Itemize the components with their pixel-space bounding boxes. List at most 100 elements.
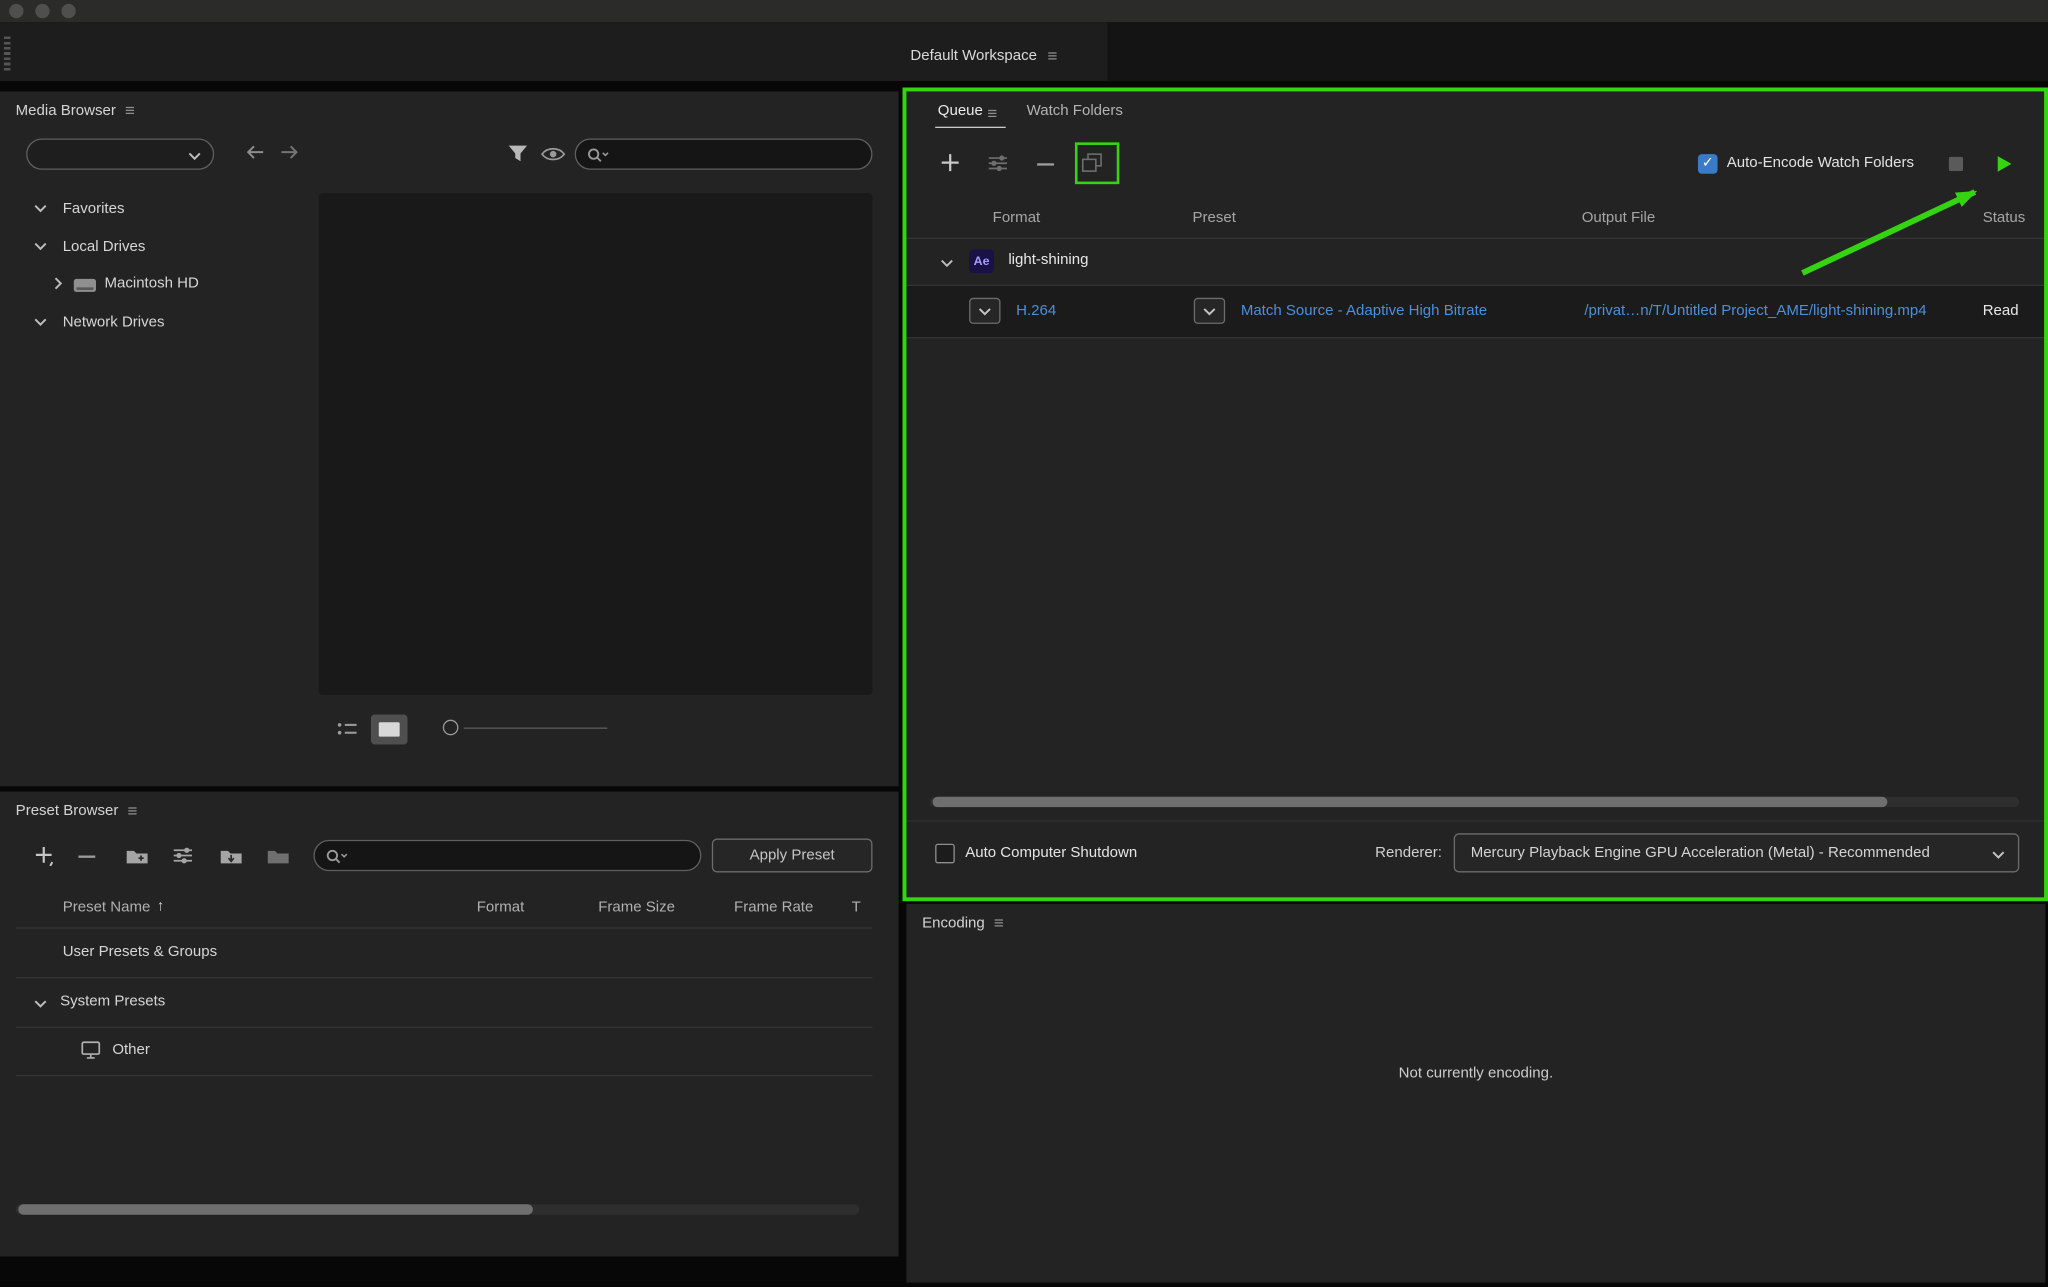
format-dropdown[interactable] <box>969 297 1001 324</box>
preset-settings-icon[interactable] <box>172 846 193 864</box>
close-window-button[interactable] <box>9 3 24 19</box>
workspace-menu-icon[interactable]: ≡ <box>1047 47 1057 64</box>
thumbnail-view-button[interactable] <box>370 714 408 745</box>
chevron-down-icon[interactable] <box>940 259 953 268</box>
stop-queue-icon[interactable] <box>1948 156 1964 172</box>
tree-item-favorites[interactable]: Favorites <box>63 201 125 217</box>
media-browser-title: Media Browser <box>15 102 116 119</box>
chevron-right-icon[interactable] <box>54 277 63 290</box>
auto-shutdown-checkbox[interactable] <box>935 843 955 864</box>
column-status: Status <box>1982 210 2026 226</box>
preset-link[interactable]: Match Source - Adaptive High Bitrate <box>1241 303 1487 319</box>
renderer-select[interactable]: Mercury Playback Engine GPU Acceleration… <box>1453 833 2020 873</box>
auto-encode-checkbox[interactable]: ✓ <box>1697 154 1718 174</box>
format-link[interactable]: H.264 <box>1016 303 1056 319</box>
queue-panel: Queue ≡ Watch Folders ✓ Auto-Encode Watc… <box>906 91 2046 898</box>
preset-item-label: Other <box>112 1042 150 1058</box>
chevron-down-icon[interactable] <box>34 242 47 251</box>
horizontal-scrollbar[interactable] <box>929 796 2020 808</box>
tab-watch-folders[interactable]: Watch Folders <box>1027 103 1123 119</box>
list-item[interactable]: Other <box>0 1028 899 1075</box>
preset-group-label: System Presets <box>60 993 166 1010</box>
renderer-label: Renderer: <box>1375 845 1442 861</box>
sort-ascending-icon[interactable]: ↑ <box>157 899 165 915</box>
encoding-panel: Encoding ≡ Not currently encoding. <box>906 903 2046 1283</box>
chevron-down-icon[interactable] <box>34 204 47 213</box>
list-item[interactable]: System Presets <box>0 978 899 1026</box>
preset-dropdown[interactable] <box>1193 297 1226 324</box>
tree-item-local-drives[interactable]: Local Drives <box>63 239 146 255</box>
duplicate-icon[interactable] <box>1081 153 1102 173</box>
apply-preset-label: Apply Preset <box>749 847 835 864</box>
horizontal-scrollbar[interactable] <box>15 1204 860 1215</box>
delete-preset-icon[interactable] <box>78 854 96 859</box>
preset-browser-panel: Preset Browser ≡ Apply Preset Preset Nam… <box>0 791 899 1257</box>
apply-preset-button[interactable]: Apply Preset <box>711 838 873 873</box>
zoom-slider-track[interactable] <box>463 726 608 729</box>
media-source-select[interactable] <box>26 138 215 170</box>
list-item[interactable]: User Presets & Groups <box>0 929 899 977</box>
panel-menu-icon[interactable]: ≡ <box>994 914 1004 931</box>
tree-item-macintosh-hd[interactable]: Macintosh HD <box>104 276 198 292</box>
auto-shutdown-label: Auto Computer Shutdown <box>965 845 1138 861</box>
minimize-window-button[interactable] <box>35 3 50 19</box>
preset-search-input[interactable] <box>313 839 702 872</box>
media-search-input[interactable] <box>574 138 873 170</box>
create-group-folder-icon[interactable] <box>125 848 149 865</box>
column-preset: Preset <box>1192 210 1236 226</box>
media-browser-header: Media Browser ≡ <box>16 102 135 119</box>
chevron-down-icon[interactable] <box>34 999 47 1008</box>
forward-arrow-icon[interactable] <box>280 145 300 159</box>
add-output-settings-icon[interactable] <box>987 154 1008 172</box>
job-source-name: light-shining <box>1008 252 1089 268</box>
list-view-icon[interactable] <box>337 721 358 737</box>
bottom-bar-divider <box>906 820 2046 822</box>
filter-icon[interactable] <box>508 145 528 162</box>
tree-item-network-drives[interactable]: Network Drives <box>63 315 165 331</box>
chevron-down-icon[interactable] <box>34 317 47 326</box>
renderer-value: Mercury Playback Engine GPU Acceleration… <box>1470 845 1930 861</box>
column-target-rate[interactable]: T <box>852 900 861 916</box>
thumbnail-view-icon <box>378 722 400 737</box>
hard-drive-icon <box>73 278 96 292</box>
tab-queue[interactable]: Queue <box>938 103 983 119</box>
column-frame-size[interactable]: Frame Size <box>598 900 675 916</box>
column-format: Format <box>992 210 1041 226</box>
workspace-tab-label: Default Workspace <box>910 47 1037 64</box>
panel-menu-icon[interactable]: ≡ <box>127 802 137 819</box>
search-icon <box>326 849 348 864</box>
column-frame-rate[interactable]: Frame Rate <box>734 900 813 916</box>
row-divider <box>906 336 2046 339</box>
media-browser-panel: Media Browser ≡ Favorites Local Drives M… <box>0 91 899 787</box>
app-window: Default Workspace ≡ Media Browser ≡ Favo… <box>0 0 2048 1287</box>
start-queue-icon[interactable] <box>1993 153 2015 175</box>
scrollbar-thumb[interactable] <box>18 1204 533 1215</box>
panel-grip-icon[interactable] <box>3 36 11 71</box>
zoom-slider-thumb[interactable] <box>442 719 459 736</box>
workspace-tab-strip-empty <box>1107 22 2048 81</box>
zoom-window-button[interactable] <box>61 3 76 19</box>
export-preset-icon[interactable] <box>266 848 290 865</box>
add-source-icon[interactable] <box>940 153 960 173</box>
check-icon: ✓ <box>1701 155 1714 172</box>
create-preset-icon[interactable] <box>34 845 55 866</box>
search-icon <box>588 148 609 162</box>
output-file-link[interactable]: /privat…n/T/Untitled Project_AME/light-s… <box>1584 303 1926 319</box>
scrollbar-thumb[interactable] <box>932 796 1888 808</box>
active-tab-underline <box>935 126 1006 128</box>
monitor-icon <box>81 1041 101 1059</box>
panel-menu-icon[interactable]: ≡ <box>125 102 135 119</box>
queue-job-row[interactable]: Ae light-shining <box>906 239 2045 285</box>
titlebar <box>0 0 2048 23</box>
column-format[interactable]: Format <box>477 900 525 916</box>
remove-source-icon[interactable] <box>1037 162 1055 167</box>
queue-output-row[interactable]: H.264 Match Source - Adaptive High Bitra… <box>906 286 2046 337</box>
column-preset-name[interactable]: Preset Name <box>63 900 151 916</box>
chevron-down-icon <box>188 152 201 161</box>
back-arrow-icon[interactable] <box>246 145 266 159</box>
auto-encode-label: Auto-Encode Watch Folders <box>1726 155 1914 172</box>
import-preset-icon[interactable] <box>219 848 243 865</box>
panel-menu-icon[interactable]: ≡ <box>987 104 997 121</box>
eye-icon[interactable] <box>540 146 566 162</box>
workspace-tab[interactable]: Default Workspace ≡ <box>910 47 1057 64</box>
